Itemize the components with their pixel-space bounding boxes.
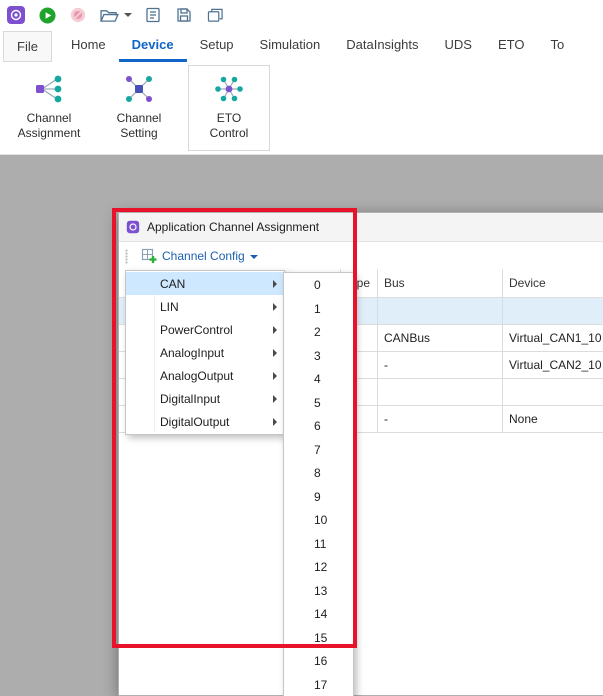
menu-item-label: CAN: [160, 277, 185, 291]
device-cell[interactable]: Virtual_CAN1_10: [503, 325, 603, 351]
quick-access-toolbar: [0, 0, 603, 30]
tab-device[interactable]: Device: [119, 30, 187, 62]
submenu-item-3[interactable]: 3: [284, 345, 353, 369]
menu-item-label: DigitalInput: [160, 392, 220, 406]
channel-config-button[interactable]: Channel Config: [134, 246, 265, 266]
toolbar-grip[interactable]: [125, 249, 128, 264]
menu-item-lin[interactable]: LIN: [126, 295, 284, 318]
app-window: File Home Device Setup Simulation DataIn…: [0, 0, 603, 696]
submenu-item-12[interactable]: 12: [284, 556, 353, 580]
group-cell: [378, 298, 503, 324]
channel-assignment-icon: [33, 73, 65, 105]
tab-home[interactable]: Home: [58, 30, 119, 62]
tab-eto[interactable]: ETO: [485, 30, 538, 62]
save-button[interactable]: [174, 5, 194, 25]
eto-control-label-1: ETO: [217, 111, 241, 126]
submenu-item-0[interactable]: 0: [284, 274, 353, 298]
submenu-arrow-icon: [273, 395, 277, 403]
tab-simulation[interactable]: Simulation: [247, 30, 334, 62]
menu-item-label: AnalogInput: [160, 346, 224, 360]
tab-datainsights[interactable]: DataInsights: [333, 30, 431, 62]
tab-tools[interactable]: To: [537, 30, 577, 62]
dialog-toolbar: Channel Config: [119, 242, 603, 271]
channel-setting-button[interactable]: Channel Setting: [98, 65, 180, 151]
dialog-title: Application Channel Assignment: [147, 220, 319, 234]
run-button[interactable]: [37, 5, 57, 25]
column-header-bus: Bus: [378, 269, 503, 297]
channel-assignment-label-2: Assignment: [18, 126, 81, 141]
submenu-item-1[interactable]: 1: [284, 298, 353, 322]
submenu-item-10[interactable]: 10: [284, 509, 353, 533]
submenu-arrow-icon: [273, 326, 277, 334]
bus-cell: CANBus: [378, 325, 503, 351]
channel-assignment-label-1: Channel: [27, 111, 72, 126]
dialog-icon: [126, 220, 140, 234]
bus-cell: -: [378, 352, 503, 378]
submenu-item-16[interactable]: 16: [284, 650, 353, 674]
menu-item-powercontrol[interactable]: PowerControl: [126, 318, 284, 341]
menu-item-can[interactable]: CAN: [126, 272, 284, 295]
submenu-item-11[interactable]: 11: [284, 533, 353, 557]
submenu-item-6[interactable]: 6: [284, 415, 353, 439]
channel-config-label: Channel Config: [162, 249, 245, 263]
menu-item-label: DigitalOutput: [160, 415, 229, 429]
channel-config-icon: [141, 248, 157, 264]
tab-uds[interactable]: UDS: [432, 30, 485, 62]
submenu-item-2[interactable]: 2: [284, 321, 353, 345]
bus-cell: -: [378, 406, 503, 432]
submenu-item-17[interactable]: 17: [284, 674, 353, 696]
channel-setting-label-2: Setting: [120, 126, 157, 141]
channel-config-dropdown-icon: [250, 255, 258, 259]
workspace-background: Application Channel Assignment Channel C…: [0, 155, 603, 696]
save-all-button[interactable]: [205, 5, 225, 25]
open-folder-button[interactable]: [99, 5, 119, 25]
ribbon-content: Channel Assignment Channel Setting: [0, 62, 603, 155]
submenu-item-15[interactable]: 15: [284, 627, 353, 651]
ribbon-tab-bar: File Home Device Setup Simulation DataIn…: [0, 30, 603, 62]
menu-item-label: AnalogOutput: [160, 369, 233, 383]
channel-assignment-button[interactable]: Channel Assignment: [8, 65, 90, 151]
menu-item-digitaloutput[interactable]: DigitalOutput: [126, 410, 284, 433]
record-button[interactable]: [68, 5, 88, 25]
column-header-device: Device: [503, 269, 603, 297]
new-document-button[interactable]: [143, 5, 163, 25]
channel-setting-icon: [123, 73, 155, 105]
submenu-item-4[interactable]: 4: [284, 368, 353, 392]
submenu-arrow-icon: [273, 372, 277, 380]
submenu-item-13[interactable]: 13: [284, 580, 353, 604]
submenu-arrow-icon: [273, 280, 277, 288]
device-cell[interactable]: None: [503, 406, 603, 432]
submenu-item-9[interactable]: 9: [284, 486, 353, 510]
channel-config-menu: CAN LIN PowerControl AnalogInput AnalogO…: [125, 270, 285, 435]
can-channel-count-submenu: 0 1 2 3 4 5 6 7 8 9 10 11 12 13 14 15 16…: [283, 272, 354, 696]
tab-setup[interactable]: Setup: [187, 30, 247, 62]
group-cell: [503, 379, 603, 405]
submenu-arrow-icon: [273, 418, 277, 426]
submenu-item-14[interactable]: 14: [284, 603, 353, 627]
app-logo-icon: [6, 5, 26, 25]
group-cell: [378, 379, 503, 405]
submenu-item-5[interactable]: 5: [284, 392, 353, 416]
menu-item-label: LIN: [160, 300, 179, 314]
tab-file[interactable]: File: [3, 31, 52, 62]
eto-control-button[interactable]: ETO Control: [188, 65, 270, 151]
submenu-item-8[interactable]: 8: [284, 462, 353, 486]
eto-control-icon: [213, 73, 245, 105]
device-cell[interactable]: Virtual_CAN2_10: [503, 352, 603, 378]
submenu-arrow-icon: [273, 303, 277, 311]
menu-item-label: PowerControl: [160, 323, 233, 337]
dialog-titlebar[interactable]: Application Channel Assignment: [119, 213, 603, 242]
channel-setting-label-1: Channel: [117, 111, 162, 126]
group-cell: [503, 298, 603, 324]
submenu-arrow-icon: [273, 349, 277, 357]
eto-control-label-2: Control: [210, 126, 249, 141]
menu-item-analogoutput[interactable]: AnalogOutput: [126, 364, 284, 387]
menu-item-digitalinput[interactable]: DigitalInput: [126, 387, 284, 410]
menu-item-analoginput[interactable]: AnalogInput: [126, 341, 284, 364]
submenu-item-7[interactable]: 7: [284, 439, 353, 463]
open-folder-dropdown-icon[interactable]: [124, 13, 132, 17]
